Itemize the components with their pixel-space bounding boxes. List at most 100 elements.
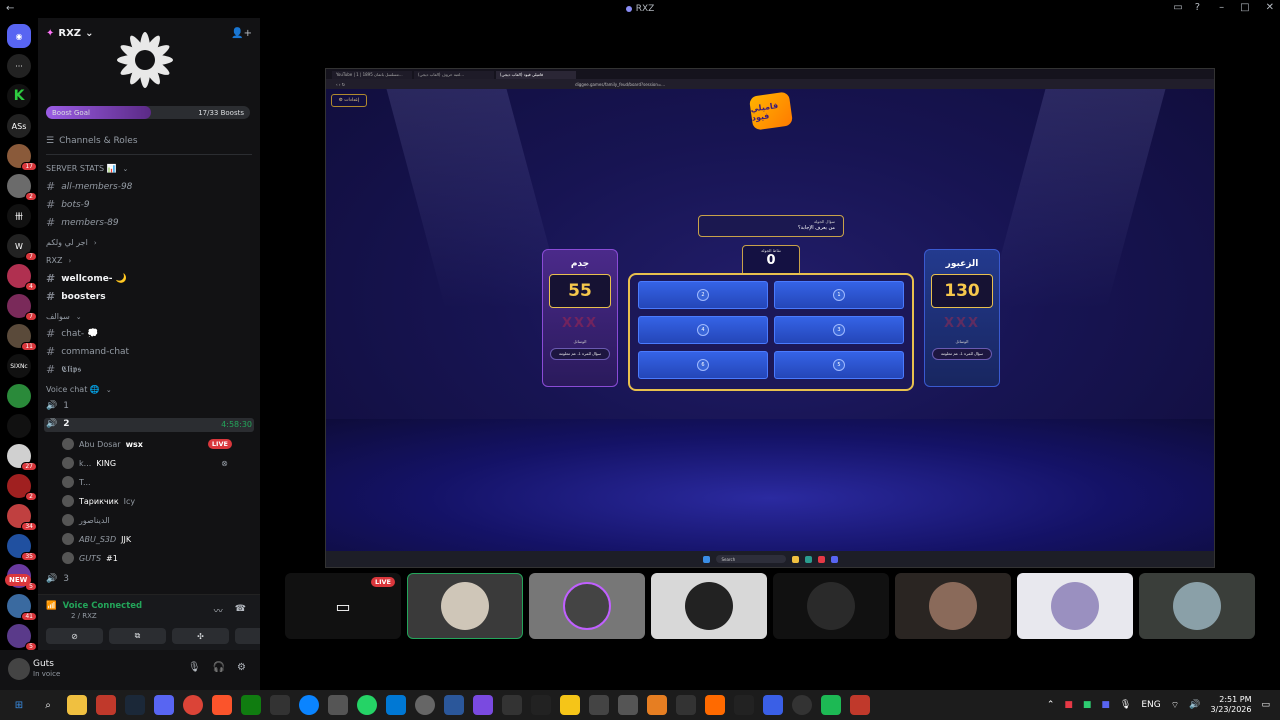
voice-user[interactable]: GUTS #1: [62, 552, 118, 564]
participant-tile[interactable]: [773, 573, 889, 639]
server-icon[interactable]: 5: [7, 624, 37, 651]
close-button[interactable]: ✕: [1266, 2, 1274, 13]
browser-tab[interactable]: YouTube | 1 | مسلسل باتمان 1895...: [332, 71, 412, 79]
chrome-icon[interactable]: [183, 695, 203, 715]
back-arrow-icon[interactable]: ←: [6, 3, 14, 14]
server-icon[interactable]: [7, 414, 31, 438]
server-icon[interactable]: W7: [7, 234, 37, 261]
server-icon[interactable]: 41: [7, 594, 37, 621]
wifi-icon[interactable]: ⌔: [1171, 700, 1179, 711]
notification-icon[interactable]: ▭: [1261, 700, 1270, 710]
server-icon[interactable]: 4: [7, 264, 37, 291]
app-icon[interactable]: [705, 695, 725, 715]
language-indicator[interactable]: ENG: [1141, 700, 1160, 710]
voice-channel-1[interactable]: 🔊 1: [46, 401, 69, 411]
app-icon[interactable]: [531, 695, 551, 715]
server-icon[interactable]: 卌: [7, 204, 31, 228]
server-icon[interactable]: 11: [7, 324, 37, 351]
camera-off-button[interactable]: ⊘: [46, 628, 103, 644]
tray-app-icon[interactable]: ■: [1101, 700, 1110, 710]
category-chat[interactable]: سوالف ⌄: [46, 312, 82, 321]
app-icon[interactable]: [96, 695, 116, 715]
tray-app-icon[interactable]: ■: [1083, 700, 1092, 710]
voice-user[interactable]: T...: [62, 476, 91, 488]
maximize-button[interactable]: □: [1240, 2, 1249, 13]
server-icon[interactable]: K: [7, 84, 31, 108]
avatar[interactable]: [8, 658, 30, 680]
channel-clips[interactable]: # 𝕮𝖑𝖎𝖕𝖘: [46, 363, 81, 376]
participant-tile[interactable]: [895, 573, 1011, 639]
category-rxz[interactable]: RXZ ›: [46, 256, 71, 265]
epic-games-icon[interactable]: [270, 695, 290, 715]
channel-wellcome[interactable]: # wellcome- 🌙: [46, 272, 127, 285]
answer-slot[interactable]: 6: [638, 351, 768, 379]
new-badge[interactable]: NEW: [5, 574, 32, 586]
tray-app-icon[interactable]: ■: [1064, 700, 1073, 710]
browser-tab[interactable]: لعبة حروف (العاب ديجي)...: [414, 71, 494, 79]
participant-tile[interactable]: [1139, 573, 1255, 639]
screen-share-tile[interactable]: ▭ LIVE: [285, 573, 401, 639]
tool-button[interactable]: سؤال للمرة 1، عم معلومة: [932, 348, 992, 360]
participant-tile[interactable]: [407, 573, 523, 639]
app-icon[interactable]: [415, 695, 435, 715]
app-icon[interactable]: [792, 695, 812, 715]
chevron-up-icon[interactable]: ⌃: [1047, 700, 1055, 710]
activities-button[interactable]: ✣: [172, 628, 229, 644]
clock[interactable]: 2:51 PM 3/23/2026: [1210, 695, 1251, 716]
category-server-stats[interactable]: SERVER STATS 📊 ⌄: [46, 164, 128, 173]
discord-home-icon[interactable]: ◉: [7, 24, 31, 48]
voice-status[interactable]: 📶 Voice Connected: [46, 601, 142, 611]
rockstar-icon[interactable]: [647, 695, 667, 715]
voice-user[interactable]: ABU_S3D JJK: [62, 533, 131, 545]
channel-chat[interactable]: # chat- 💭: [46, 327, 98, 340]
server-icon[interactable]: 17: [7, 144, 37, 171]
server-icon[interactable]: 2: [7, 174, 37, 201]
app-icon[interactable]: [821, 695, 841, 715]
invite-icon[interactable]: 👤+: [231, 28, 252, 39]
file-explorer-icon[interactable]: [67, 695, 87, 715]
server-icon[interactable]: 7: [7, 294, 37, 321]
category-dua[interactable]: اجر لي ولكم ›: [46, 238, 97, 247]
volume-icon[interactable]: 🔊: [1189, 700, 1200, 710]
server-icon[interactable]: SIXNc: [7, 354, 31, 378]
browser-tab[interactable]: فاميلي فيود (العاب ديجي): [496, 71, 576, 79]
channel-command-chat[interactable]: # command-chat: [46, 345, 129, 358]
server-name[interactable]: ✦ RXZ ⌄: [46, 28, 93, 39]
screen-share-button[interactable]: ⧉: [109, 628, 166, 644]
server-icon[interactable]: 34: [7, 504, 37, 531]
channel-all-members[interactable]: # all-members-98: [46, 180, 132, 193]
discord-icon[interactable]: [154, 695, 174, 715]
participant-tile[interactable]: [1017, 573, 1133, 639]
boost-goal-bar[interactable]: Boost Goal 17/33 Boosts: [46, 106, 250, 119]
channel-boosters[interactable]: # boosters: [46, 290, 106, 303]
server-icon[interactable]: 35: [7, 534, 37, 561]
category-voice-chat[interactable]: Voice chat 🌐 ⌄: [46, 385, 112, 394]
mic-icon[interactable]: 🎙: [1120, 700, 1131, 710]
app-icon[interactable]: [763, 695, 783, 715]
headphones-icon[interactable]: 🎧: [213, 662, 225, 673]
noise-suppression-icon[interactable]: 〰: [214, 604, 223, 617]
app-icon[interactable]: [560, 695, 580, 715]
server-icon[interactable]: 2: [7, 474, 37, 501]
voice-user[interactable]: Тарикчик Icy: [62, 495, 135, 507]
channel-members[interactable]: # members-89: [46, 216, 119, 229]
address-bar[interactable]: ‹ › ↻ diggee.games/family_feud/board?sess…: [326, 79, 1214, 89]
help-icon[interactable]: ?: [1195, 2, 1200, 13]
streamed-browser-window[interactable]: YouTube | 1 | مسلسل باتمان 1895... لعبة …: [325, 68, 1215, 568]
windows-start-icon[interactable]: ⊞: [9, 695, 29, 715]
app-icon[interactable]: [618, 695, 638, 715]
answer-slot[interactable]: 2: [638, 281, 768, 309]
voice-user[interactable]: k... KING ⊗: [62, 457, 228, 469]
inbox-icon[interactable]: ▭: [1173, 2, 1182, 13]
edge-icon[interactable]: [299, 695, 319, 715]
app-icon[interactable]: [502, 695, 522, 715]
channel-bots[interactable]: # bots-9: [46, 198, 90, 211]
app-icon[interactable]: [589, 695, 609, 715]
server-icon[interactable]: ASs: [7, 114, 31, 138]
server-icon[interactable]: [7, 384, 31, 408]
answer-slot[interactable]: 5: [774, 351, 904, 379]
channels-and-roles[interactable]: ☰ Channels & Roles: [46, 136, 138, 146]
app-icon[interactable]: [386, 695, 406, 715]
tool-button[interactable]: سؤال للمرة 1، عم معلومة: [550, 348, 610, 360]
gear-icon[interactable]: ⚙: [237, 662, 246, 673]
